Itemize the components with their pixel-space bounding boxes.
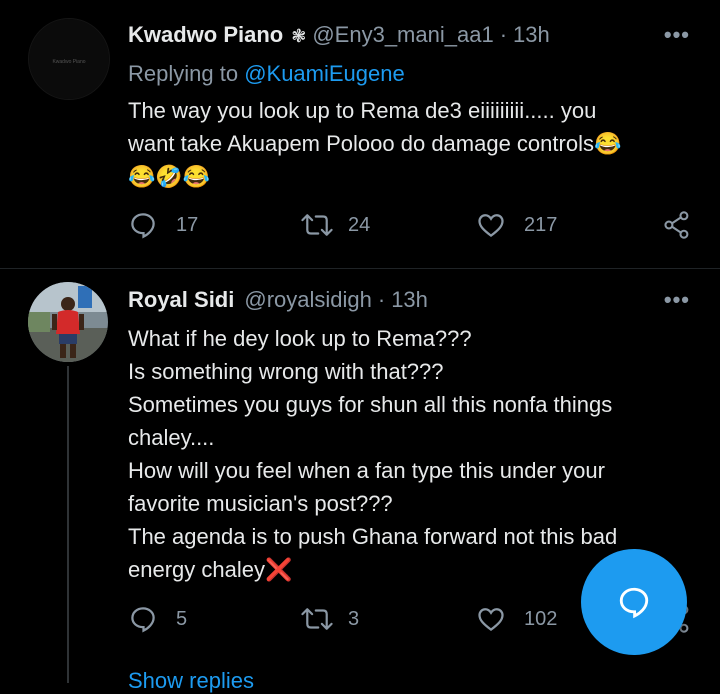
- tweet-actions: 17 24 217: [128, 210, 693, 242]
- tweet-header: Royal Sidi @royalsidigh · 13h: [128, 287, 428, 313]
- replying-to: Replying to @KuamiEugene: [128, 61, 405, 87]
- retweet-icon: [301, 608, 333, 630]
- compose-reply-icon: [619, 587, 649, 619]
- separator-dot: ·: [377, 287, 386, 312]
- tweet-header: Kwadwo Piano ❃ @Eny3_mani_aa1 · 13h: [128, 22, 550, 48]
- tweet-line: 😂🤣😂: [128, 164, 211, 189]
- author-handle[interactable]: @Eny3_mani_aa1: [312, 22, 493, 48]
- tweet-line: The way you look up to Rema de3 eiiiiiii…: [128, 98, 597, 123]
- retweet-icon: [301, 214, 333, 236]
- more-icon[interactable]: •••: [664, 287, 690, 313]
- share-button[interactable]: [663, 210, 691, 240]
- replying-to-mention[interactable]: @KuamiEugene: [244, 61, 405, 86]
- retweet-count: 24: [348, 213, 371, 236]
- reply-icon: [131, 213, 155, 239]
- like-button[interactable]: 217: [476, 210, 557, 240]
- tweet-line: Is something wrong with that???: [128, 359, 444, 384]
- reply-button[interactable]: 17: [128, 210, 198, 240]
- like-count: 102: [524, 607, 558, 630]
- tweet-kwadwo-piano[interactable]: Kwadwo Piano Kwadwo Piano ❃ @Eny3_mani_a…: [0, 0, 720, 268]
- tweet-line: What if he dey look up to Rema???: [128, 326, 472, 351]
- like-icon: [478, 608, 504, 632]
- retweet-button[interactable]: 3: [300, 604, 359, 634]
- avatar[interactable]: [28, 282, 108, 362]
- tweet-line: How will you feel when a fan type this u…: [128, 458, 605, 483]
- replying-to-label: Replying to: [128, 61, 245, 86]
- tweet-text: What if he dey look up to Rema??? Is som…: [128, 322, 688, 586]
- author-handle[interactable]: @royalsidigh: [244, 287, 372, 313]
- retweet-button[interactable]: 24: [300, 210, 370, 240]
- avatar[interactable]: Kwadwo Piano: [28, 18, 110, 100]
- timestamp[interactable]: 13h: [513, 22, 550, 48]
- like-count: 217: [524, 213, 558, 236]
- like-button[interactable]: 102: [476, 604, 557, 634]
- timestamp[interactable]: 13h: [391, 287, 428, 313]
- thread-line: [67, 366, 69, 683]
- compose-reply-button[interactable]: [581, 549, 687, 655]
- tweet-line: chaley....: [128, 425, 215, 450]
- retweet-count: 3: [348, 607, 360, 630]
- share-icon: [664, 211, 689, 239]
- reply-count: 5: [176, 607, 188, 630]
- tweet-line: want take Akuapem Polooo do damage contr…: [128, 131, 622, 156]
- tweet-line: Sometimes you guys for shun all this non…: [128, 392, 613, 417]
- tweet-line: The agenda is to push Ghana forward not …: [128, 524, 618, 549]
- tweet-text: The way you look up to Rema de3 eiiiiiii…: [128, 94, 688, 193]
- reply-icon: [131, 607, 155, 633]
- svg-text:Kwadwo Piano: Kwadwo Piano: [52, 59, 85, 65]
- reply-count: 17: [176, 213, 199, 236]
- author-name[interactable]: Kwadwo Piano: [128, 22, 283, 48]
- verified-icon: ❃: [291, 26, 307, 46]
- tweet-line: favorite musician's post???: [128, 491, 393, 516]
- show-replies-link[interactable]: Show replies: [128, 668, 254, 694]
- more-icon[interactable]: •••: [664, 22, 690, 48]
- separator-dot: ·: [499, 22, 508, 47]
- avatar-logo-icon: Kwadwo Piano: [29, 19, 109, 99]
- avatar-photo: [28, 282, 108, 362]
- author-name[interactable]: Royal Sidi: [128, 287, 234, 313]
- reply-button[interactable]: 5: [128, 604, 187, 634]
- like-icon: [478, 214, 504, 238]
